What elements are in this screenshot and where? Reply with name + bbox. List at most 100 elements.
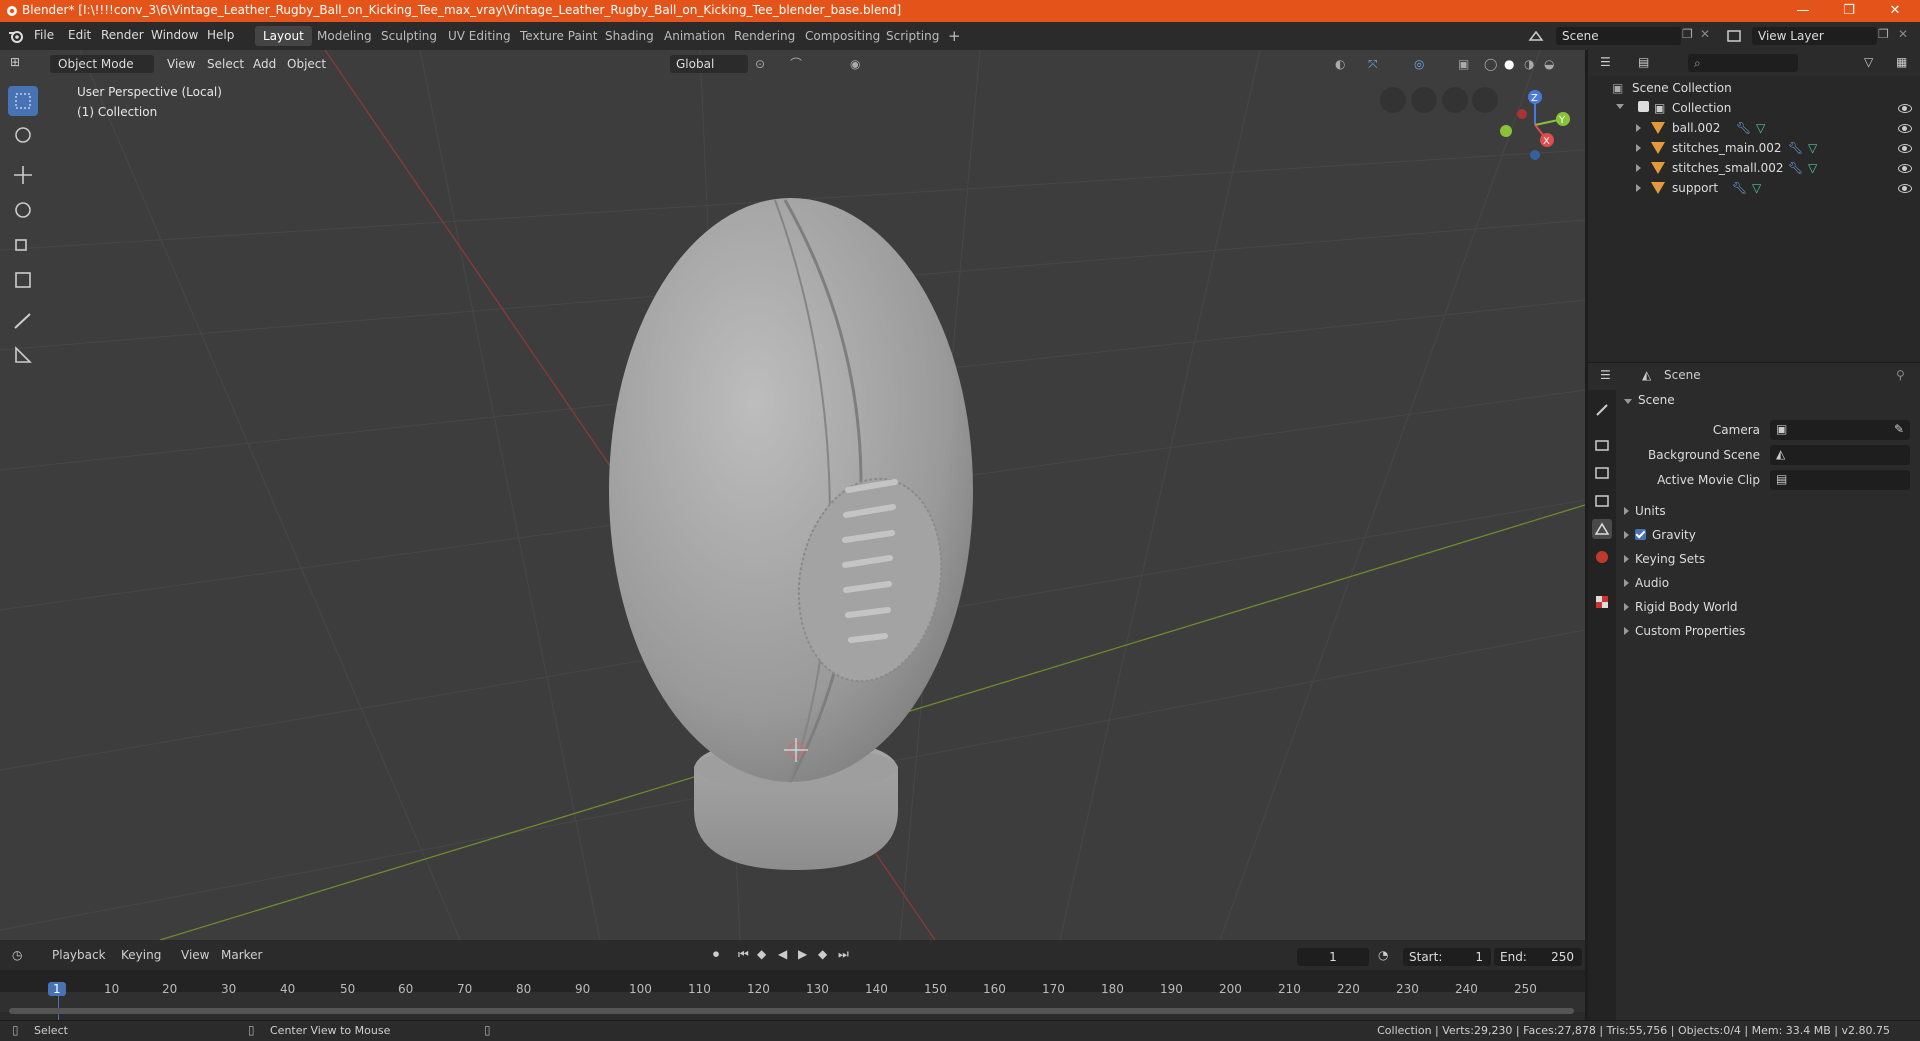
wireframe-shading-icon[interactable]: ◯ bbox=[1484, 55, 1497, 73]
outliner-display-mode-icon[interactable]: ▤ bbox=[1638, 55, 1649, 69]
eye-icon[interactable] bbox=[1898, 144, 1912, 153]
tab-compositing[interactable]: Compositing bbox=[797, 26, 888, 46]
editor-type-icon[interactable]: ⊞ bbox=[10, 55, 20, 69]
active-movie-clip-field[interactable]: ▤ bbox=[1770, 470, 1910, 490]
tab-layout[interactable]: Layout bbox=[255, 26, 312, 46]
select-box-tool[interactable] bbox=[8, 86, 38, 116]
gizmo-toggle-icon[interactable]: ⤧ bbox=[1368, 55, 1378, 73]
timeline-menu-view[interactable]: View bbox=[181, 948, 209, 962]
scene-selector[interactable]: Scene bbox=[1556, 27, 1681, 45]
render-tab-icon[interactable] bbox=[1592, 435, 1612, 455]
viewport-menu-view[interactable]: View bbox=[167, 55, 195, 73]
properties-editor-type-icon[interactable]: ☰ bbox=[1600, 368, 1611, 382]
gravity-panel[interactable]: Gravity bbox=[1624, 528, 1696, 542]
viewport-menu-add[interactable]: Add bbox=[253, 55, 276, 73]
measure-tool[interactable] bbox=[8, 340, 38, 370]
scene-section-header[interactable]: Scene bbox=[1624, 393, 1675, 407]
eye-icon[interactable] bbox=[1898, 184, 1912, 193]
end-frame-field[interactable]: End: 250 bbox=[1494, 948, 1582, 966]
scene-new-icon[interactable]: ❐ bbox=[1682, 27, 1693, 41]
play-icon[interactable]: ▶ bbox=[798, 947, 807, 961]
background-scene-field[interactable]: ◭ bbox=[1770, 445, 1910, 465]
timeline-menu-marker[interactable]: Marker bbox=[221, 948, 262, 962]
modifier-wrench-icon[interactable]: 🔧︎ bbox=[1788, 141, 1803, 155]
eye-icon[interactable] bbox=[1898, 164, 1912, 173]
outliner-row-collection[interactable]: ▣ Collection bbox=[1588, 98, 1920, 118]
new-collection-icon[interactable]: ▦ bbox=[1896, 55, 1907, 69]
rigid-body-world-panel[interactable]: Rigid Body World bbox=[1624, 600, 1738, 614]
viewport-menu-select[interactable]: Select bbox=[207, 55, 244, 73]
world-tab-icon[interactable] bbox=[1592, 547, 1612, 567]
tool-tab-icon[interactable] bbox=[1592, 400, 1612, 420]
jump-start-icon[interactable]: ⏮ bbox=[738, 947, 749, 962]
keying-sets-panel[interactable]: Keying Sets bbox=[1624, 552, 1705, 566]
mesh-data-icon[interactable]: ▽ bbox=[1756, 121, 1765, 135]
material-shading-icon[interactable]: ◑ bbox=[1524, 55, 1534, 73]
rendered-shading-icon[interactable]: ◒ bbox=[1544, 55, 1554, 73]
custom-properties-panel[interactable]: Custom Properties bbox=[1624, 624, 1745, 638]
modifier-wrench-icon[interactable]: 🔧︎ bbox=[1736, 121, 1751, 135]
proportional-editing-icon[interactable]: ◉ bbox=[850, 55, 860, 73]
pivot-point-icon[interactable]: ⊙ bbox=[755, 55, 765, 73]
scale-tool[interactable] bbox=[8, 230, 38, 260]
add-workspace-button[interactable]: + bbox=[940, 26, 969, 46]
navigation-gizmo[interactable]: Z Y X bbox=[1495, 85, 1575, 165]
pan-hand-icon[interactable] bbox=[1442, 87, 1468, 113]
blender-menu-icon[interactable] bbox=[8, 28, 24, 44]
mesh-data-icon[interactable]: ▽ bbox=[1752, 181, 1761, 195]
tab-modeling[interactable]: Modeling bbox=[309, 26, 380, 46]
current-frame-field[interactable]: 1 bbox=[1297, 948, 1369, 966]
tab-animation[interactable]: Animation bbox=[656, 26, 733, 46]
modifier-wrench-icon[interactable]: 🔧︎ bbox=[1732, 181, 1747, 195]
play-reverse-icon[interactable]: ◀ bbox=[778, 947, 787, 961]
tab-scripting[interactable]: Scripting bbox=[878, 26, 947, 46]
view-layer-tab-icon[interactable] bbox=[1592, 491, 1612, 511]
tab-rendering[interactable]: Rendering bbox=[726, 26, 803, 46]
timeline-editor-type-icon[interactable]: ◷ bbox=[12, 948, 22, 962]
scene-remove-icon[interactable]: ✕ bbox=[1700, 27, 1710, 41]
annotate-tool[interactable] bbox=[8, 306, 38, 336]
view-layer-new-icon[interactable]: ❐ bbox=[1878, 27, 1889, 41]
move-tool[interactable] bbox=[8, 160, 38, 190]
xray-toggle-icon[interactable]: ▣ bbox=[1458, 55, 1469, 73]
mesh-data-icon[interactable]: ▽ bbox=[1808, 161, 1817, 175]
jump-end-icon[interactable]: ⏭ bbox=[838, 947, 849, 962]
outliner-search-input[interactable]: ⌕ bbox=[1688, 54, 1798, 72]
view-layer-remove-icon[interactable]: ✕ bbox=[1898, 27, 1908, 41]
menu-window[interactable]: Window bbox=[151, 28, 198, 42]
tab-texture-paint[interactable]: Texture Paint bbox=[512, 26, 605, 46]
timeline-menu-keying[interactable]: Keying bbox=[121, 948, 161, 962]
camera-field[interactable]: ▣ ✎ bbox=[1770, 420, 1910, 440]
restore-button[interactable]: ❐ bbox=[1826, 0, 1872, 22]
modifier-wrench-icon[interactable]: 🔧︎ bbox=[1788, 161, 1803, 175]
gravity-checkbox[interactable] bbox=[1635, 529, 1646, 540]
transform-orientation-dropdown[interactable]: Global bbox=[670, 55, 748, 73]
overlays-toggle-icon[interactable]: ◎ bbox=[1414, 55, 1424, 73]
view-layer-icon[interactable] bbox=[1726, 28, 1742, 44]
start-frame-field[interactable]: Start: 1 bbox=[1403, 948, 1491, 966]
tab-sculpting[interactable]: Sculpting bbox=[373, 26, 445, 46]
menu-render[interactable]: Render bbox=[101, 28, 144, 42]
outliner-row-object[interactable]: ball.002 🔧︎ ▽ bbox=[1588, 118, 1920, 138]
eye-icon[interactable] bbox=[1898, 124, 1912, 133]
record-icon[interactable]: ⏺ bbox=[713, 947, 719, 962]
eyedropper-icon[interactable]: ✎ bbox=[1894, 422, 1904, 436]
visibility-icon[interactable]: ◐ bbox=[1335, 55, 1345, 73]
stopwatch-icon[interactable]: ◔ bbox=[1378, 948, 1388, 962]
viewport-menu-object[interactable]: Object bbox=[287, 55, 326, 73]
collection-checkbox[interactable] bbox=[1638, 101, 1649, 112]
outliner-editor-type-icon[interactable]: ☰ bbox=[1600, 55, 1611, 69]
mesh-data-icon[interactable]: ▽ bbox=[1808, 141, 1817, 155]
units-panel[interactable]: Units bbox=[1624, 504, 1666, 518]
view-layer-selector[interactable]: View Layer bbox=[1752, 27, 1877, 45]
rugby-ball-model[interactable] bbox=[609, 198, 973, 870]
eye-icon[interactable] bbox=[1898, 104, 1912, 113]
texture-tab-icon[interactable] bbox=[1592, 592, 1612, 612]
camera-view-icon[interactable] bbox=[1411, 87, 1437, 113]
3d-viewport[interactable] bbox=[0, 50, 1585, 940]
outliner-row-object[interactable]: stitches_main.002 🔧︎ ▽ bbox=[1588, 138, 1920, 158]
prev-keyframe-icon[interactable]: ◆ bbox=[757, 947, 766, 961]
snap-icon[interactable]: ⌒ bbox=[790, 55, 802, 73]
outliner-row-object[interactable]: stitches_small.002 🔧︎ ▽ bbox=[1588, 158, 1920, 178]
tab-uv-editing[interactable]: UV Editing bbox=[440, 26, 519, 46]
